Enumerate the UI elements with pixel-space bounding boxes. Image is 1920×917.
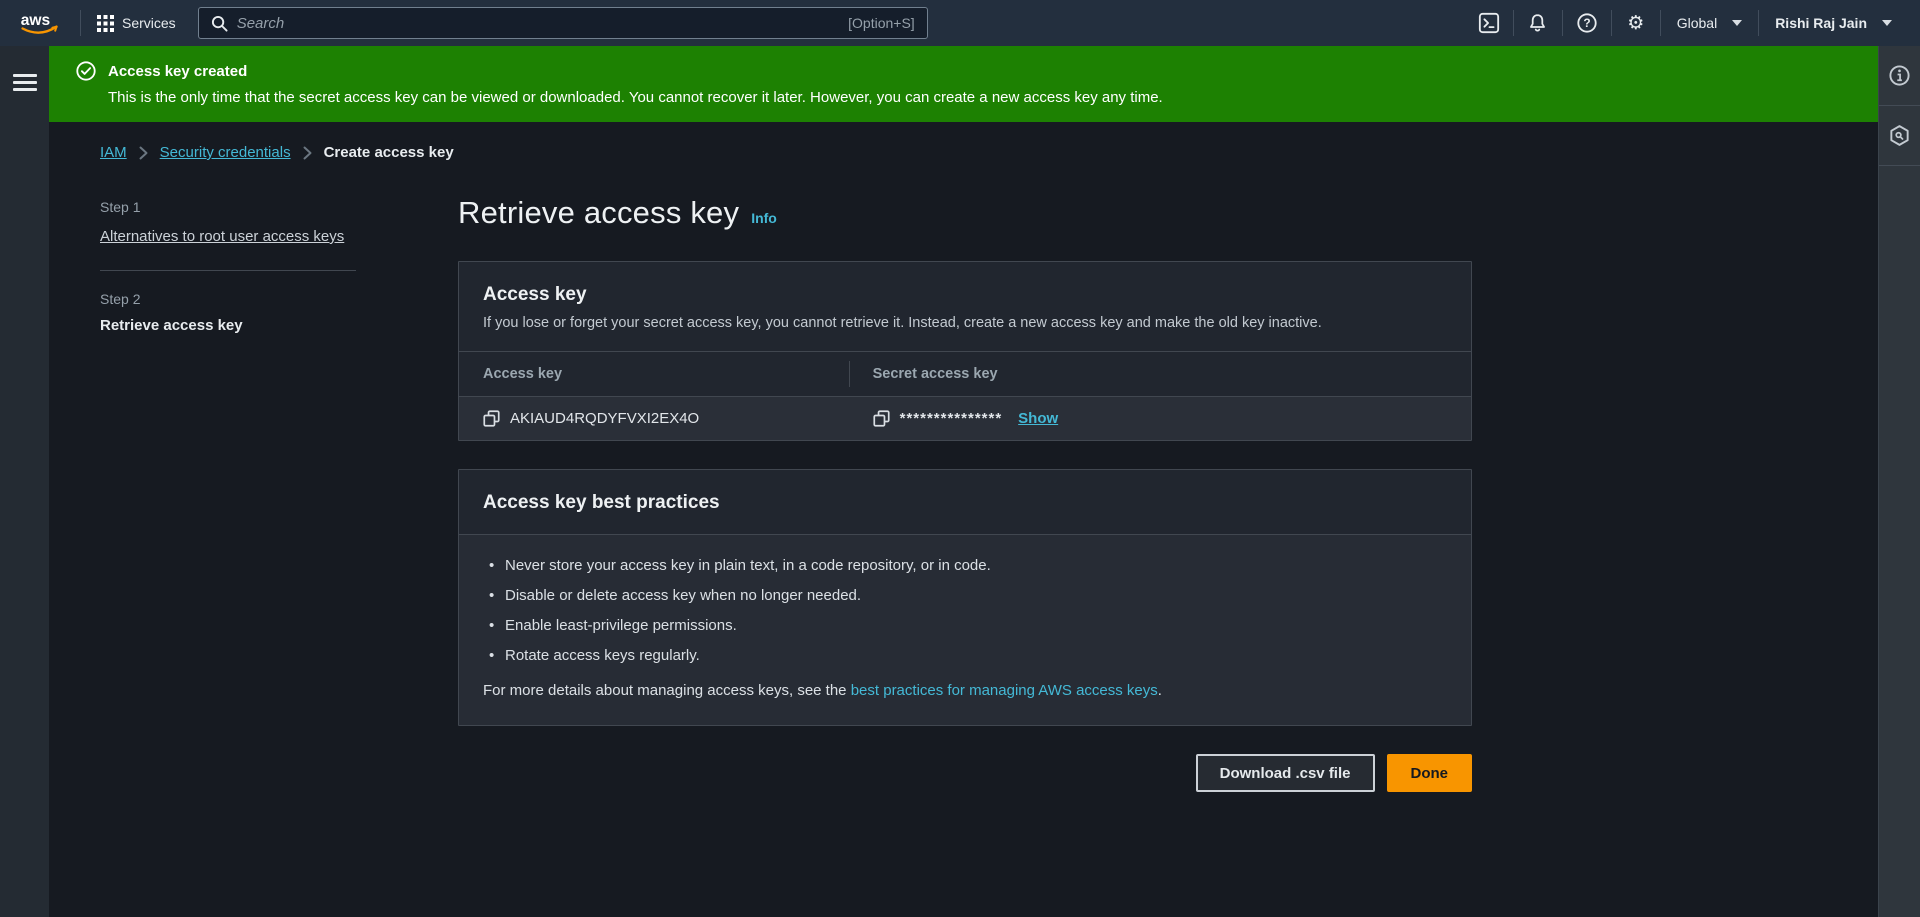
copy-icon (483, 410, 500, 427)
list-item: Never store your access key in plain tex… (483, 557, 1447, 574)
region-label: Global (1676, 15, 1718, 31)
nav-divider (1561, 10, 1563, 36)
services-button[interactable]: Services (83, 0, 190, 46)
step-1-link[interactable]: Alternatives to root user access keys (100, 228, 344, 245)
cloudshell-icon (1478, 12, 1499, 34)
search-input[interactable] (236, 14, 840, 32)
access-key-card: Access key If you lose or forget your se… (458, 261, 1472, 441)
user-label: Rishi Raj Jain (1775, 15, 1867, 31)
best-practices-list: Never store your access key in plain tex… (483, 557, 1447, 664)
key-table-header: Access key Secret access key (459, 351, 1471, 396)
top-navigation: aws Services [Option+S] (0, 0, 1920, 46)
caret-down-icon (1882, 20, 1892, 26)
download-csv-button[interactable]: Download .csv file (1195, 754, 1375, 792)
help-button[interactable]: ? (1565, 0, 1609, 46)
nav-divider (1610, 10, 1612, 36)
success-banner: Access key created This is the only time… (49, 46, 1878, 122)
access-key-card-title: Access key (483, 284, 587, 305)
breadcrumb: IAM Security credentials Create access k… (100, 144, 1472, 161)
access-key-card-description: If you lose or forget your secret access… (483, 315, 1322, 331)
best-practices-link[interactable]: best practices for managing AWS access k… (851, 682, 1158, 699)
chevron-right-icon (139, 146, 148, 160)
caret-down-icon (1732, 20, 1743, 26)
info-panel-toggle[interactable] (1879, 46, 1920, 106)
notifications-button[interactable] (1516, 0, 1560, 46)
nav-divider (1659, 10, 1661, 36)
nav-divider (80, 10, 81, 36)
banner-message: This is the only time that the secret ac… (108, 89, 1163, 106)
column-header-secret-access-key: Secret access key (848, 352, 1471, 396)
copy-access-key-button[interactable] (483, 410, 500, 427)
nav-divider (1758, 10, 1760, 36)
list-item: Rotate access keys regularly. (483, 647, 1447, 664)
best-practices-title: Access key best practices (483, 492, 720, 513)
footer-text: . (1157, 682, 1162, 699)
q-panel-toggle[interactable] (1879, 106, 1920, 166)
key-table-row: AKIAUD4RQDYFVXI2EX4O *************** Sho… (459, 396, 1471, 440)
best-practices-footer: For more details about managing access k… (483, 682, 1447, 699)
hexagon-icon (1890, 125, 1909, 146)
user-menu[interactable]: Rishi Raj Jain (1761, 0, 1906, 46)
breadcrumb-current-page: Create access key (323, 144, 454, 161)
search-box[interactable]: [Option+S] (197, 7, 928, 39)
column-header-access-key: Access key (483, 366, 563, 382)
copy-secret-key-button[interactable] (873, 410, 890, 427)
breadcrumb-link-iam[interactable]: IAM (100, 144, 127, 161)
svg-text:?: ? (1583, 16, 1590, 30)
svg-text:aws: aws (21, 12, 51, 29)
settings-button[interactable]: ⚙ (1614, 0, 1658, 46)
menu-icon (12, 74, 37, 77)
search-shortcut-hint: [Option+S] (848, 15, 915, 31)
chevron-right-icon (303, 146, 312, 160)
list-item: Enable least-privilege permissions. (483, 617, 1447, 634)
access-key-value: AKIAUD4RQDYFVXI2EX4O (510, 410, 700, 427)
copy-icon (873, 410, 890, 427)
aws-logo[interactable]: aws (18, 9, 62, 37)
cloudshell-button[interactable] (1467, 0, 1511, 46)
tools-panel-strip (1878, 46, 1920, 917)
banner-title: Access key created (108, 62, 248, 80)
gear-icon: ⚙ (1627, 12, 1645, 34)
step-1-label: Step 1 (100, 199, 141, 215)
footer-text: For more details about managing access k… (483, 682, 851, 699)
breadcrumb-link-security-credentials[interactable]: Security credentials (160, 144, 291, 161)
nav-divider (1512, 10, 1514, 36)
bell-icon (1530, 14, 1546, 32)
info-link[interactable]: Info (751, 210, 777, 226)
list-item: Disable or delete access key when no lon… (483, 587, 1447, 604)
check-circle-icon (76, 61, 96, 81)
search-icon (211, 15, 228, 32)
info-circle-icon (1889, 65, 1910, 86)
step-2-label: Step 2 (100, 291, 141, 308)
page-title: Retrieve access key (458, 195, 740, 230)
help-icon: ? (1577, 13, 1597, 33)
side-navigation-strip (0, 46, 49, 917)
show-secret-link[interactable]: Show (1018, 410, 1058, 427)
page-content: IAM Security credentials Create access k… (49, 122, 1878, 917)
services-label: Services (122, 15, 176, 31)
step-2-current: Retrieve access key (100, 317, 243, 335)
form-actions: Download .csv file Done (458, 754, 1472, 792)
region-selector[interactable]: Global (1663, 0, 1756, 46)
wizard-steps-nav: Step 1 Alternatives to root user access … (100, 187, 356, 812)
steps-divider (100, 270, 356, 272)
services-grid-icon (97, 14, 114, 32)
done-button[interactable]: Done (1386, 754, 1472, 792)
secret-key-masked-value: *************** (899, 410, 1003, 427)
best-practices-card: Access key best practices Never store yo… (458, 469, 1472, 726)
open-menu-button[interactable] (12, 74, 37, 91)
